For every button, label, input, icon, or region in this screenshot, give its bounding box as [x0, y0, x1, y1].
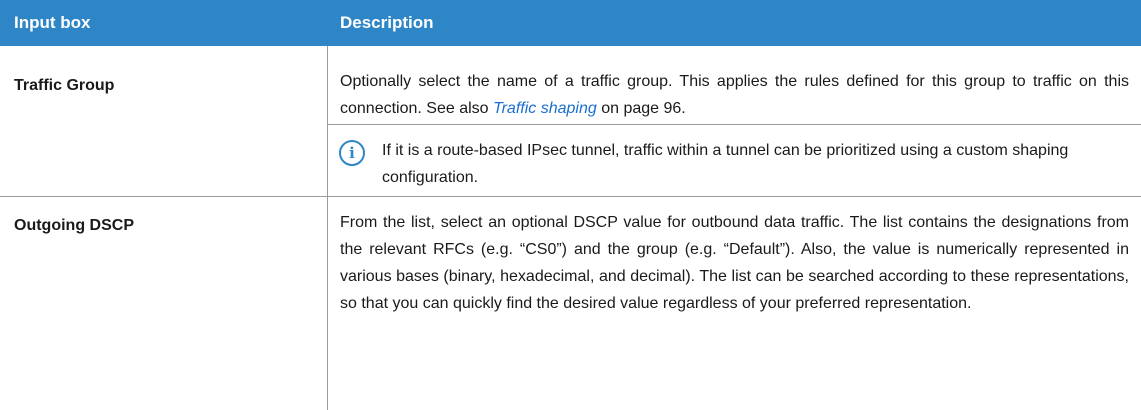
description-text-tail: on page 96. — [596, 100, 686, 117]
note-text: If it is a route-based IPsec tunnel, tra… — [382, 142, 1069, 186]
row-label-traffic-group: Traffic Group — [14, 77, 115, 94]
info-icon: i — [339, 140, 365, 166]
traffic-shaping-link[interactable]: Traffic shaping — [493, 100, 597, 117]
row-description-outgoing-dscp: From the list, select an optional DSCP v… — [340, 214, 1129, 312]
description-text: Optionally select the name of a traffic … — [340, 73, 1129, 117]
column-divider — [327, 46, 328, 410]
row-description-traffic-group: Optionally select the name of a traffic … — [340, 68, 1129, 122]
header-input-box: Input box — [14, 13, 91, 32]
header-description: Description — [340, 13, 434, 32]
parameter-table: Input box Description Traffic Group Opti… — [0, 0, 1141, 410]
row-label-outgoing-dscp: Outgoing DSCP — [14, 217, 134, 234]
row-divider — [0, 196, 1141, 197]
note-divider — [328, 124, 1141, 125]
table-header: Input box Description — [0, 0, 1141, 46]
